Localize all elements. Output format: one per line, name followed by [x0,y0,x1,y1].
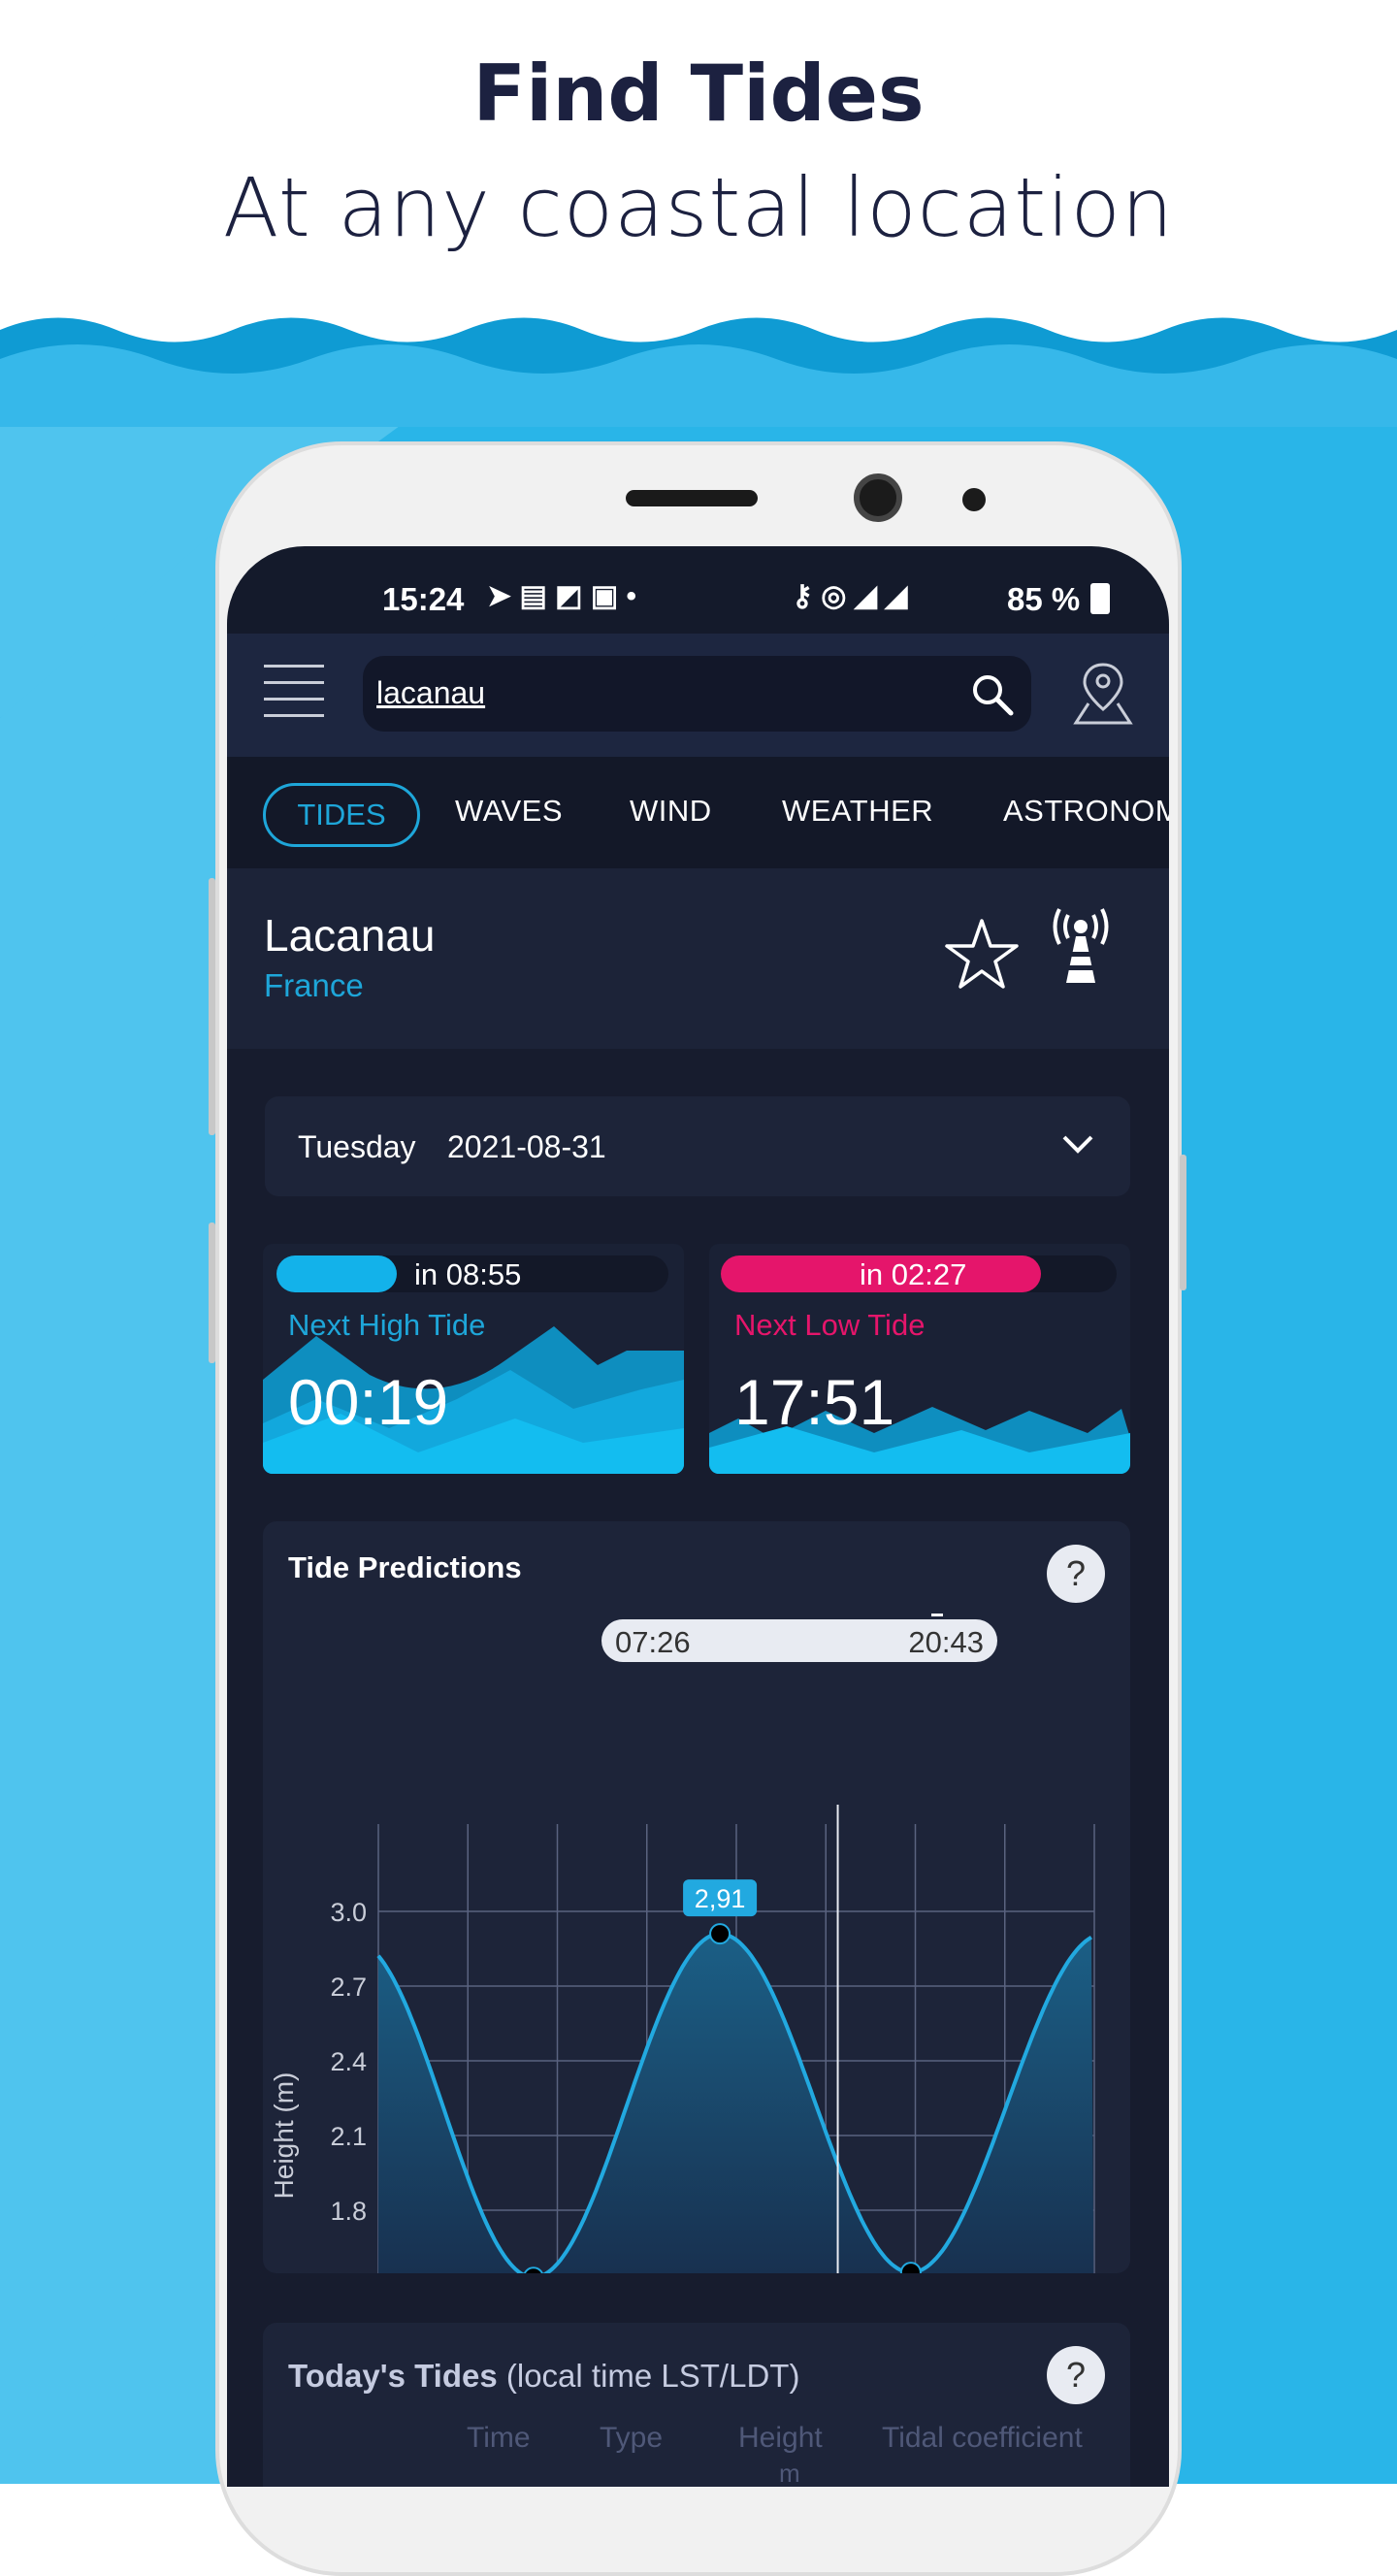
location-country: France [264,967,364,1003]
sensor [962,488,986,511]
high-tide-point [709,1923,731,1945]
power-button [1180,1155,1186,1290]
tide-station-icon[interactable] [1045,907,1117,987]
app-screen: 15:24 ➤ ▤ ◩ ▣ • ⚷ ◎ ◢ ◢ 85 % lacanau TID… [227,546,1169,2487]
tab-tides[interactable]: TIDES [263,783,420,847]
tab-astronomy[interactable]: ASTRONOM [1003,794,1169,829]
system-icons: ⚷ ◎ ◢ ◢ [792,580,908,612]
help-icon[interactable]: ? [1047,1545,1105,1603]
high-time: 00:19 [288,1366,449,1438]
sunrise-time: 07:26 [615,1625,691,1659]
tab-wind[interactable]: WIND [630,794,712,829]
y-tick-label: 2.4 [330,2047,367,2076]
battery-level: 85 % [1007,581,1081,617]
search-icon[interactable] [969,671,1016,718]
help-icon[interactable]: ? [1047,2346,1105,2404]
column-tidal-coefficient: Tidal coefficient [882,2422,1083,2454]
search-input[interactable]: lacanau [376,675,485,711]
volume-button [209,878,215,1135]
countdown-progress [276,1255,397,1292]
search-field[interactable]: lacanau [363,656,1031,732]
location-name: Lacanau [264,910,436,961]
date-dropdown[interactable]: Tuesday 2021-08-31 [265,1096,1130,1196]
date-value: 2021-08-31 [447,1129,606,1164]
sunset-time: 20:43 [908,1625,984,1659]
tab-bar: TIDES WAVES WIND WEATHER ASTRONOM [227,757,1169,868]
todays-tides-card: Today's Tides (local time LST/LDT) ? Tim… [263,2323,1130,2487]
date-day: Tuesday [298,1129,416,1164]
tab-waves[interactable]: WAVES [455,794,563,829]
menu-icon[interactable] [264,665,324,717]
next-low-tide-card[interactable]: in 02:27 Next Low Tide 17:51 [709,1244,1130,1474]
hero-title: Find Tides [472,49,925,139]
high-label: Next High Tide [288,1308,486,1342]
camera [854,473,902,522]
todays-tides-heading: Today's Tides (local time LST/LDT) [288,2358,799,2395]
favorite-star-icon[interactable] [943,917,1021,991]
battery-icon [1090,583,1110,614]
low-tide-point [523,2266,544,2273]
speaker [626,490,758,506]
high-tide-label: 2,91 [695,1884,746,1913]
y-tick-label: 2.7 [330,1973,367,2002]
chevron-down-icon [1062,1135,1093,1154]
app-bar: lacanau [227,634,1169,757]
column-height: Height [738,2422,823,2454]
hero-subtitle: At any coastal location [222,160,1175,255]
status-time: 15:24 [382,581,465,617]
map-pin-icon[interactable] [1071,661,1135,727]
side-button [209,1223,215,1363]
low-time: 17:51 [734,1366,895,1438]
high-countdown: in 08:55 [414,1257,522,1291]
predictions-title: Tide Predictions [288,1550,522,1584]
y-tick-label: 3.0 [330,1898,367,1927]
y-tick-label: 1.8 [330,2197,367,2226]
low-label: Next Low Tide [734,1308,926,1342]
next-high-tide-card[interactable]: in 08:55 Next High Tide 00:19 [263,1244,684,1474]
y-tick-label: 1.5 [330,2271,367,2273]
tide-chart: 07:2620:4300:0003:0006:0009:0012:0015:00… [269,1614,1095,2273]
tab-weather[interactable]: WEATHER [782,794,933,829]
height-unit: m [779,2459,800,2487]
notification-icons: ➤ ▤ ◩ ▣ • [487,580,637,612]
y-tick-label: 2.1 [330,2122,367,2151]
low-tide-point [899,2262,922,2273]
column-type: Type [600,2422,664,2454]
todays-tides-title: Today's Tides [288,2358,498,2394]
column-time: Time [467,2422,531,2454]
location-header: Lacanau France [227,868,1169,1049]
low-countdown: in 02:27 [860,1257,967,1291]
y-axis-label: Height (m) [269,2072,299,2200]
todays-tides-subtitle: (local time LST/LDT) [505,2358,800,2394]
